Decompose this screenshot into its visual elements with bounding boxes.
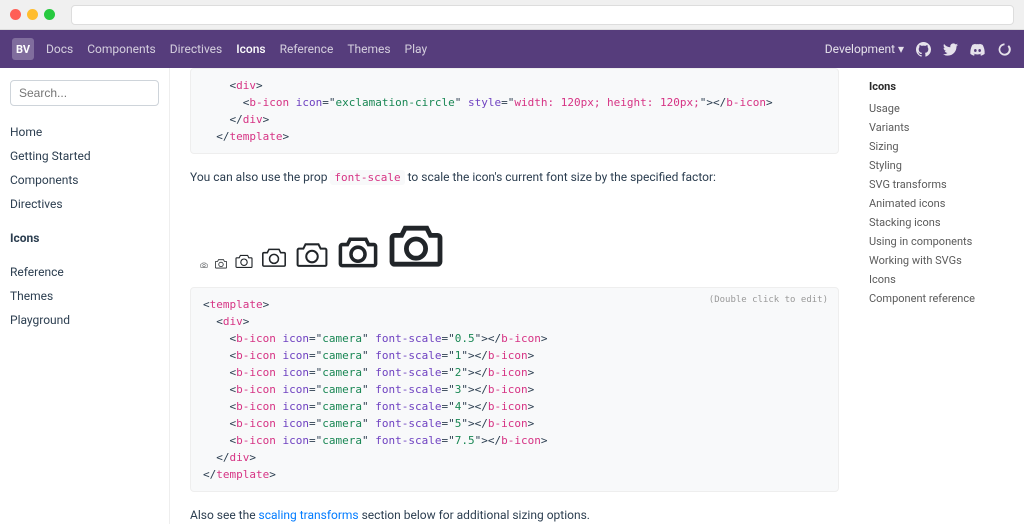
toc-item-working-with-svgs[interactable]: Working with SVGs: [869, 251, 1014, 270]
window-close-button[interactable]: [10, 9, 21, 20]
toc-item-styling[interactable]: Styling: [869, 156, 1014, 175]
layout: HomeGetting StartedComponentsDirectives I…: [0, 68, 1024, 524]
discord-icon[interactable]: [970, 42, 985, 57]
nav-link-play[interactable]: Play: [405, 42, 428, 56]
camera-icon-row: [190, 201, 839, 287]
scaling-transforms-link[interactable]: scaling transforms: [259, 508, 359, 522]
toc-item-icons[interactable]: Icons: [869, 270, 1014, 289]
window-maximize-button[interactable]: [44, 9, 55, 20]
url-bar[interactable]: [71, 5, 1014, 25]
sidebar-item-components[interactable]: Components: [10, 168, 159, 192]
sidebar-item-icons[interactable]: Icons: [10, 226, 159, 250]
toc-item-sizing[interactable]: Sizing: [869, 137, 1014, 156]
edit-hint: (Double click to edit): [709, 294, 828, 308]
nav-link-docs[interactable]: Docs: [46, 42, 73, 56]
code-block-2[interactable]: (Double click to edit)<template> <div> <…: [190, 287, 839, 493]
toc-item-animated-icons[interactable]: Animated icons: [869, 194, 1014, 213]
toc-heading: Icons: [869, 80, 1014, 93]
toc-item-stacking-icons[interactable]: Stacking icons: [869, 213, 1014, 232]
camera-icon: [260, 246, 288, 268]
sidebar-item-getting-started[interactable]: Getting Started: [10, 144, 159, 168]
sidebar-item-home[interactable]: Home: [10, 120, 159, 144]
sidebar-left: HomeGetting StartedComponentsDirectives I…: [0, 68, 170, 524]
nav-link-components[interactable]: Components: [87, 42, 156, 56]
para-font-scale: You can also use the prop font-scale to …: [190, 168, 839, 187]
sidebar-item-reference[interactable]: Reference: [10, 260, 159, 284]
navbar-links: Docs Components Directives Icons Reference Th…: [46, 42, 427, 56]
sidebar-right: Icons UsageVariantsSizingStylingSVG tran…: [859, 68, 1024, 524]
camera-icon: [386, 221, 446, 269]
toc-item-svg-transforms[interactable]: SVG transforms: [869, 175, 1014, 194]
sidebar-item-themes[interactable]: Themes: [10, 284, 159, 308]
camera-icon: [200, 262, 208, 268]
nav-link-icons[interactable]: Icons: [236, 42, 265, 56]
para-scaling-transforms: Also see the scaling transforms section …: [190, 506, 839, 524]
opencollective-icon[interactable]: [997, 42, 1012, 57]
twitter-icon[interactable]: [943, 42, 958, 57]
main-content: <div> <b-icon icon="exclamation-circle" …: [170, 68, 859, 524]
navbar-right: Development ▾: [825, 42, 1012, 57]
toc-item-component-reference[interactable]: Component reference: [869, 289, 1014, 308]
sidebar-item-playground[interactable]: Playground: [10, 308, 159, 332]
nav-link-themes[interactable]: Themes: [347, 42, 390, 56]
toc-item-variants[interactable]: Variants: [869, 118, 1014, 137]
sidebar-item-directives[interactable]: Directives: [10, 192, 159, 216]
camera-icon: [214, 258, 228, 269]
nav-link-reference[interactable]: Reference: [280, 42, 334, 56]
code-block-1[interactable]: <div> <b-icon icon="exclamation-circle" …: [190, 68, 839, 154]
camera-icon: [294, 240, 330, 269]
nav-link-directives[interactable]: Directives: [170, 42, 223, 56]
window-minimize-button[interactable]: [27, 9, 38, 20]
camera-icon: [234, 253, 254, 269]
camera-icon: [336, 234, 380, 269]
dev-dropdown[interactable]: Development ▾: [825, 42, 904, 56]
toc-item-usage[interactable]: Usage: [869, 99, 1014, 118]
browser-chrome: [0, 0, 1024, 30]
inline-code: font-scale: [330, 170, 404, 185]
navbar: BV Docs Components Directives Icons Referenc…: [0, 30, 1024, 68]
toc-item-using-in-components[interactable]: Using in components: [869, 232, 1014, 251]
logo[interactable]: BV: [12, 38, 34, 60]
github-icon[interactable]: [916, 42, 931, 57]
search-input[interactable]: [10, 80, 159, 106]
